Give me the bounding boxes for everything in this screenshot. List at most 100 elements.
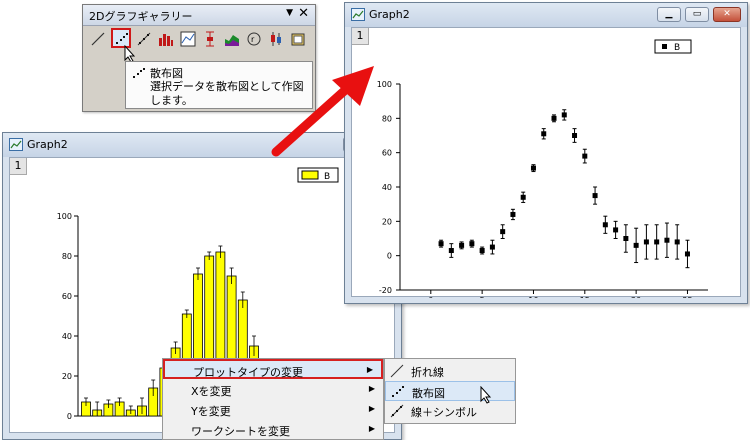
data-point xyxy=(684,251,690,257)
template-icon xyxy=(291,33,305,46)
data-point xyxy=(664,237,670,243)
data-point xyxy=(469,241,475,247)
data-point xyxy=(459,242,465,248)
data-point xyxy=(551,115,557,121)
line-symbol-plot-button[interactable] xyxy=(133,28,153,48)
menu-item-change-worksheet[interactable]: ワークシートを変更 ▶ xyxy=(163,420,383,440)
data-point xyxy=(572,133,578,138)
box-plot-button[interactable] xyxy=(265,28,285,48)
scatter-icon xyxy=(133,68,145,78)
line-icon xyxy=(91,32,105,46)
submenu-item-scatter[interactable]: 散布図 xyxy=(385,381,515,401)
y-tick-label: -20 xyxy=(379,286,392,295)
menu-item-label: ワークシートを変更 xyxy=(191,425,290,438)
submenu-arrow-icon: ▶ xyxy=(368,384,375,393)
red-arrow-icon xyxy=(271,66,374,157)
menu-item-label: Xを変更 xyxy=(191,385,232,398)
data-point xyxy=(510,211,516,217)
polar-icon: r xyxy=(247,32,261,46)
template-button[interactable] xyxy=(287,28,307,48)
polar-plot-button[interactable]: r xyxy=(243,28,263,48)
data-point xyxy=(438,241,444,247)
mouse-cursor-icon xyxy=(480,386,492,404)
y-tick-label: 100 xyxy=(57,212,72,221)
data-point xyxy=(561,112,567,118)
toolbar-title-bar[interactable]: 2Dグラフギャラリー ▼ ✕ xyxy=(83,5,315,26)
data-point xyxy=(448,248,454,254)
data-point xyxy=(592,193,598,199)
legend-label: B xyxy=(674,43,680,53)
graph-window-icon xyxy=(9,138,23,151)
data-point xyxy=(633,242,639,248)
x-tick-label: 5 xyxy=(480,296,485,298)
graph-window-icon xyxy=(351,8,365,21)
submenu-item-label: 線＋シンボル xyxy=(411,406,477,419)
window-title: Graph2 xyxy=(27,138,68,151)
contour-plot-button[interactable] xyxy=(177,28,197,48)
submenu-item-line[interactable]: 折れ線 xyxy=(385,361,515,381)
y-tick-label: 20 xyxy=(382,217,392,226)
menu-item-label: プロットタイプの変更 xyxy=(193,366,303,379)
y-tick-label: 0 xyxy=(387,252,392,261)
data-point xyxy=(489,244,495,250)
error-bar-icon xyxy=(206,31,214,47)
y-tick-label: 80 xyxy=(62,252,72,261)
area-icon xyxy=(225,35,239,46)
menu-item-change-plot-type[interactable]: プロットタイプの変更 ▶ xyxy=(163,359,383,379)
data-point xyxy=(541,131,547,137)
data-point xyxy=(623,236,629,241)
submenu-arrow-icon: ▶ xyxy=(368,424,375,433)
x-tick-label: 20 xyxy=(631,296,641,298)
data-point xyxy=(654,239,660,245)
y-tick-label: 40 xyxy=(62,332,72,341)
graph-window-scatter[interactable]: Graph2 ▁ ▭ ✕ 1 -200204060801000510152025… xyxy=(344,2,748,304)
maximize-button[interactable]: ▭ xyxy=(685,7,709,22)
submenu-item-label: 散布図 xyxy=(412,387,445,400)
legend-symbol xyxy=(662,44,667,49)
submenu-item-label: 折れ線 xyxy=(411,366,444,379)
minimize-button[interactable]: ▁ xyxy=(657,7,681,22)
legend-box xyxy=(654,39,692,54)
y-tick-label: 20 xyxy=(62,372,72,381)
x-tick-label: 25 xyxy=(682,296,692,298)
column-plot-button[interactable] xyxy=(155,28,175,48)
tooltip-title: 散布図 xyxy=(150,67,183,80)
data-point xyxy=(674,239,680,245)
toolbar-buttons: r xyxy=(87,28,311,48)
line-plot-button[interactable] xyxy=(87,28,107,48)
y-tick-label: 60 xyxy=(62,292,72,301)
close-button[interactable]: ✕ xyxy=(713,7,741,22)
line-symbol-icon xyxy=(390,404,404,418)
area-plot-button[interactable] xyxy=(221,28,241,48)
line-icon xyxy=(390,364,404,378)
data-point xyxy=(643,239,649,245)
x-tick-label: 0 xyxy=(428,296,433,298)
menu-item-label: Yを変更 xyxy=(191,405,231,418)
box-icon xyxy=(271,32,281,46)
menu-item-change-x[interactable]: Xを変更 ▶ xyxy=(163,380,383,400)
toolbar-title: 2Dグラフギャラリー xyxy=(89,10,193,23)
window-title-bar[interactable]: Graph2 ▁ ▭ ✕ xyxy=(345,3,747,27)
column-icon xyxy=(159,34,173,46)
scatter-icon xyxy=(392,386,404,397)
line-symbol-icon xyxy=(137,32,151,46)
x-tick-label: 10 xyxy=(528,296,538,298)
graph-page[interactable]: 1 -200204060801000510152025B xyxy=(351,27,742,298)
legend-symbol xyxy=(301,170,319,180)
menu-item-change-y[interactable]: Yを変更 ▶ xyxy=(163,400,383,420)
error-bar-plot-button[interactable] xyxy=(199,28,219,48)
toolbar-close-icon[interactable]: ✕ xyxy=(298,6,309,21)
svg-text:r: r xyxy=(251,35,255,44)
context-menu: プロットタイプの変更 ▶ Xを変更 ▶ Yを変更 ▶ ワークシートを変更 ▶ xyxy=(162,358,384,440)
submenu-item-line-symbol[interactable]: 線＋シンボル xyxy=(385,401,515,421)
data-point xyxy=(582,153,588,159)
contour-icon xyxy=(180,31,196,47)
y-tick-label: 60 xyxy=(382,149,392,158)
plot-type-submenu: 折れ線 散布図 線＋シンボル xyxy=(384,358,516,424)
y-tick-label: 0 xyxy=(67,412,72,421)
scatter-chart[interactable]: -200204060801000510152025B xyxy=(352,28,742,298)
data-point xyxy=(530,165,536,171)
data-point xyxy=(479,248,485,254)
y-tick-label: 40 xyxy=(382,183,392,192)
toolbar-dropdown-icon[interactable]: ▼ xyxy=(286,8,293,18)
